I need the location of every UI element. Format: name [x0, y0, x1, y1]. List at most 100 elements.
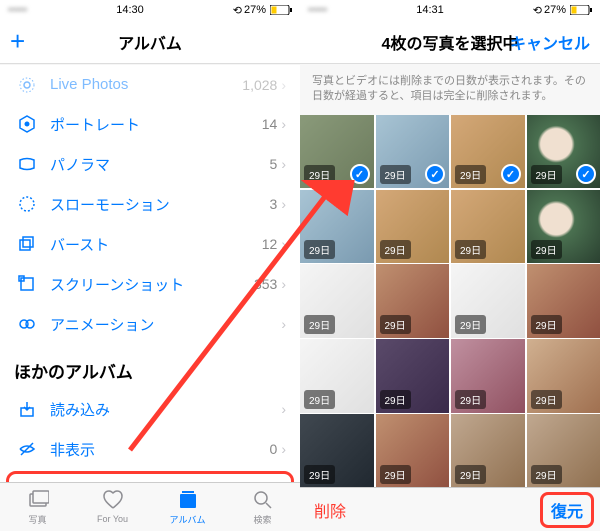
photo-cell[interactable]: 29日 — [376, 339, 450, 413]
days-badge: 29日 — [531, 390, 562, 409]
delete-button[interactable]: 削除 — [314, 498, 346, 522]
days-badge: 29日 — [455, 465, 486, 484]
chevron-right-icon: › — [281, 116, 286, 132]
battery-percent: 27% — [244, 4, 266, 16]
chevron-right-icon: › — [281, 77, 286, 93]
tab-foryou[interactable]: For You — [75, 483, 150, 531]
days-badge: 29日 — [304, 315, 335, 334]
photo-cell[interactable]: 29日 — [376, 414, 450, 487]
row-count: 5 — [270, 156, 278, 172]
tab-photos[interactable]: 写真 — [0, 483, 75, 531]
photo-cell[interactable]: 29日 — [451, 264, 525, 338]
status-time: 14:30 — [116, 4, 144, 16]
album-list[interactable]: Live Photos 1,028 › ポートレート 14 › パノラマ 5 ›… — [0, 64, 300, 482]
import-icon — [14, 400, 40, 418]
photo-cell[interactable]: 29日 — [527, 115, 600, 189]
photo-cell[interactable]: 29日 — [300, 190, 374, 264]
days-badge: 29日 — [380, 465, 411, 484]
photo-cell[interactable]: 29日 — [376, 115, 450, 189]
photo-cell[interactable]: 29日 — [300, 115, 374, 189]
nav-bar: + アルバム — [0, 20, 300, 64]
photo-cell[interactable]: 29日 — [300, 414, 374, 487]
rotation-lock-icon: ⟲ — [233, 4, 242, 17]
nav-bar: 4枚の写真を選択中 キャンセル — [300, 20, 600, 64]
status-bar: ••••• 14:30 ⟲ 27% — [0, 0, 300, 20]
album-row-portrait[interactable]: ポートレート 14 › — [0, 104, 300, 144]
photo-cell[interactable]: 29日 — [451, 414, 525, 487]
tab-search[interactable]: 検索 — [225, 483, 300, 531]
album-row-animation[interactable]: アニメーション › — [0, 304, 300, 344]
album-row-recently-deleted[interactable]: 最近削除した項目 400 › — [9, 474, 291, 482]
days-badge: 29日 — [304, 240, 335, 259]
portrait-icon — [14, 115, 40, 133]
tab-bar: 写真 For You アルバム 検索 — [0, 482, 300, 531]
screenshot-icon — [14, 275, 40, 293]
hidden-icon — [14, 440, 40, 458]
highlight-recently-deleted: 最近削除した項目 400 › — [6, 471, 294, 482]
days-badge: 29日 — [455, 165, 486, 184]
days-badge: 29日 — [531, 465, 562, 484]
bottom-toolbar: 削除 復元 — [300, 487, 600, 531]
row-label: アニメーション — [50, 314, 277, 335]
cancel-button[interactable]: キャンセル — [510, 30, 590, 54]
restore-button[interactable]: 復元 — [540, 492, 594, 528]
days-badge: 29日 — [531, 165, 562, 184]
days-badge: 29日 — [304, 465, 335, 484]
days-badge: 29日 — [455, 315, 486, 334]
photo-cell[interactable]: 29日 — [451, 190, 525, 264]
add-button[interactable]: + — [10, 26, 25, 57]
photo-cell[interactable]: 29日 — [527, 190, 600, 264]
battery-icon — [270, 5, 292, 15]
album-row-burst[interactable]: バースト 12 › — [0, 224, 300, 264]
status-bar: ••••• 14:31 ⟲ 27% — [300, 0, 600, 20]
photo-cell[interactable]: 29日 — [451, 115, 525, 189]
battery-percent: 27% — [544, 4, 566, 16]
carrier: ••••• — [308, 4, 327, 16]
photo-cell[interactable]: 29日 — [527, 264, 600, 338]
days-badge: 29日 — [455, 240, 486, 259]
chevron-right-icon: › — [281, 276, 286, 292]
album-row-screenshots[interactable]: スクリーンショット 353 › — [0, 264, 300, 304]
photo-cell[interactable]: 29日 — [300, 339, 374, 413]
row-count: 12 — [262, 236, 278, 252]
row-label: バースト — [50, 234, 262, 255]
photo-cell[interactable]: 29日 — [527, 414, 600, 487]
animation-icon — [14, 315, 40, 333]
status-right: ⟲ 27% — [233, 4, 292, 17]
check-icon — [576, 164, 596, 184]
days-badge: 29日 — [380, 390, 411, 409]
status-right: ⟲ 27% — [533, 4, 592, 17]
photo-cell[interactable]: 29日 — [376, 190, 450, 264]
album-row-import[interactable]: 読み込み › — [0, 389, 300, 429]
battery-icon — [570, 5, 592, 15]
row-label: ポートレート — [50, 114, 262, 135]
days-badge: 29日 — [380, 315, 411, 334]
chevron-right-icon: › — [281, 316, 286, 332]
photo-cell[interactable]: 29日 — [527, 339, 600, 413]
check-icon — [350, 164, 370, 184]
album-row-hidden[interactable]: 非表示 0 › — [0, 429, 300, 469]
recently-deleted-screen: ••••• 14:31 ⟲ 27% 4枚の写真を選択中 キャンセル 写真とビデオ… — [300, 0, 600, 531]
photo-grid[interactable]: 29日 29日 29日 29日 29日 29日 29日 29日 29日 29日 … — [300, 115, 600, 487]
rotation-lock-icon: ⟲ — [533, 4, 542, 17]
livephotos-icon — [14, 76, 40, 94]
photo-cell[interactable]: 29日 — [451, 339, 525, 413]
row-label: スローモーション — [50, 194, 270, 215]
tab-albums[interactable]: アルバム — [150, 483, 225, 531]
photos-icon — [27, 489, 49, 511]
photo-cell[interactable]: 29日 — [376, 264, 450, 338]
album-row-panorama[interactable]: パノラマ 5 › — [0, 144, 300, 184]
chevron-right-icon: › — [281, 401, 286, 417]
row-count: 1,028 — [242, 77, 277, 93]
chevron-right-icon: › — [281, 441, 286, 457]
album-row-slomo[interactable]: スローモーション 3 › — [0, 184, 300, 224]
check-icon — [425, 164, 445, 184]
photo-cell[interactable]: 29日 — [300, 264, 374, 338]
slomo-icon — [14, 195, 40, 213]
description-text: 写真とビデオには削除までの日数が表示されます。その日数が経過すると、項目は完全に… — [300, 64, 600, 115]
row-count: 3 — [270, 196, 278, 212]
row-count: 353 — [254, 276, 277, 292]
burst-icon — [14, 235, 40, 253]
days-badge: 29日 — [380, 240, 411, 259]
album-row-livephotos[interactable]: Live Photos 1,028 › — [0, 64, 300, 104]
